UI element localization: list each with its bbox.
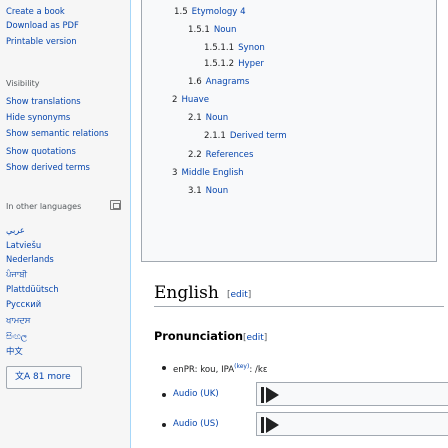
- toc-item[interactable]: 1.6 Anagrams: [188, 76, 249, 88]
- ipa-line: enPR: kou, IPA(key): /kɛ: [173, 363, 268, 375]
- lang-link[interactable]: عربي: [6, 225, 25, 236]
- toc-item[interactable]: 2.1 Noun: [188, 112, 228, 124]
- show-quotations-link[interactable]: Show quotations: [6, 146, 76, 157]
- pronunciation-heading: Pronunciation: [154, 330, 244, 343]
- toc-item[interactable]: 2.1.1 Derived term: [204, 130, 287, 142]
- pronunciation-edit-section: [edit]: [243, 333, 268, 343]
- heading-divider: [154, 306, 444, 307]
- lang-link[interactable]: 中文: [6, 346, 23, 357]
- toc-item[interactable]: 1.5.1.2 Hyper: [204, 58, 264, 70]
- lang-link[interactable]: ਖਾਮਦਸ: [6, 315, 30, 326]
- bullet: [162, 423, 166, 427]
- english-edit-section: [edit]: [227, 290, 252, 300]
- lang-link[interactable]: Русский: [6, 299, 41, 310]
- toc-item[interactable]: 2.2 References: [188, 149, 253, 161]
- toc-item[interactable]: 1.5.1 Noun: [188, 24, 236, 36]
- printable-version-link[interactable]: Printable version: [6, 36, 77, 47]
- lang-link[interactable]: ਪੰਜਾਬੀ: [6, 269, 27, 280]
- audio-us-link[interactable]: Audio (US): [173, 418, 219, 430]
- gear-icon[interactable]: [110, 200, 121, 210]
- show-derived-terms-link[interactable]: Show derived terms: [6, 162, 90, 173]
- toc-item[interactable]: 2 Huave: [172, 94, 209, 106]
- lang-link[interactable]: Latviešu: [6, 240, 41, 251]
- english-heading: English: [154, 283, 219, 303]
- show-semantic-relations-link[interactable]: Show semantic relations: [6, 128, 109, 139]
- edit-link[interactable]: edit: [247, 333, 264, 343]
- lang-link[interactable]: Plattdüütsch: [6, 284, 59, 295]
- visibility-heading: Visibility: [6, 79, 40, 88]
- toc-item[interactable]: 1.5.1.1 Synon: [204, 42, 265, 54]
- audio-us-player[interactable]: [256, 412, 448, 436]
- ipa-key-link[interactable]: (key): [234, 363, 249, 370]
- show-translations-link[interactable]: Show translations: [6, 96, 81, 107]
- edit-link[interactable]: edit: [231, 290, 248, 300]
- download-pdf-link[interactable]: Download as PDF: [6, 20, 79, 31]
- lang-link[interactable]: Nederlands: [6, 254, 54, 265]
- main-content: 1.5 Etymology 4 1.5.1 Noun 1.5.1.1 Synon 1.…: [130, 0, 448, 448]
- toc-item[interactable]: 1.5 Etymology 4: [174, 6, 246, 18]
- play-bar-icon: [261, 387, 264, 403]
- play-bar-icon: [261, 417, 264, 433]
- bullet: [162, 393, 166, 397]
- create-book-link[interactable]: Create a book: [6, 6, 65, 17]
- audio-uk-player[interactable]: [256, 382, 448, 406]
- toc-item[interactable]: 3 Middle English: [172, 167, 244, 179]
- languages-heading: In other languages: [6, 202, 82, 211]
- more-languages-button[interactable]: 文A 81 more: [6, 366, 82, 389]
- bullet: [162, 366, 166, 370]
- lang-link[interactable]: සිංහල: [6, 331, 27, 342]
- play-icon[interactable]: [266, 417, 279, 433]
- audio-uk-link[interactable]: Audio (UK): [173, 388, 219, 400]
- table-of-contents: 1.5 Etymology 4 1.5.1 Noun 1.5.1.1 Synon 1.…: [141, 0, 437, 262]
- toc-item[interactable]: 3.1 Noun: [188, 185, 228, 197]
- hide-synonyms-link[interactable]: Hide synonyms: [6, 112, 70, 123]
- play-icon[interactable]: [266, 387, 279, 403]
- sidebar: Create a book Download as PDF Printable …: [0, 0, 130, 448]
